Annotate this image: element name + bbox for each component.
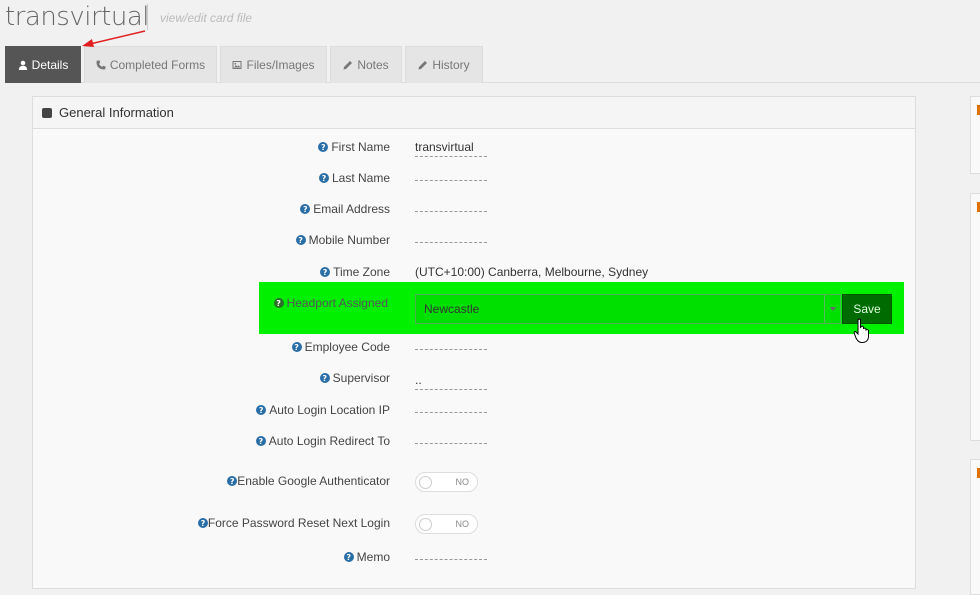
page-title: transvirtual xyxy=(5,2,149,32)
toggle-knob xyxy=(419,476,432,489)
image-icon xyxy=(232,61,242,69)
help-icon[interactable]: ? xyxy=(273,298,284,308)
field-label: ? Memo xyxy=(343,550,390,564)
side-panel-2 xyxy=(970,193,980,441)
tab-label: Notes xyxy=(357,58,389,72)
panel-icon xyxy=(42,107,52,118)
headport-selected-value: Newcastle xyxy=(424,302,480,316)
pencil-icon xyxy=(343,61,353,70)
field-supervisor: ? Supervisor .. xyxy=(33,371,917,391)
field-label: ? Employee Code xyxy=(291,340,390,354)
first-name-value[interactable]: transvirtual xyxy=(415,140,487,157)
tab-bar: Details Completed Forms Files/Images Not… xyxy=(5,46,980,83)
tab-label: Details xyxy=(31,58,69,72)
side-panel-1 xyxy=(970,96,980,174)
help-icon[interactable]: ? xyxy=(319,373,330,383)
header-divider xyxy=(147,4,148,30)
auto-login-ip-value[interactable] xyxy=(415,411,487,413)
help-icon[interactable]: ? xyxy=(343,552,354,562)
side-panel-3 xyxy=(970,459,980,595)
help-icon[interactable]: ? xyxy=(256,405,267,415)
field-first-name: ? First Name transvirtual xyxy=(33,140,917,160)
help-icon[interactable]: ? xyxy=(318,173,329,183)
page-subtitle: view/edit card file xyxy=(160,11,253,25)
tab-label: Files/Images xyxy=(246,58,315,72)
supervisor-value[interactable]: .. xyxy=(415,373,487,390)
memo-value[interactable] xyxy=(415,558,487,560)
field-label: ? First Name xyxy=(318,140,390,154)
field-label: ? Mobile Number xyxy=(295,233,390,247)
field-label: ? Auto Login Redirect To xyxy=(255,434,390,448)
headport-select[interactable]: Newcastle xyxy=(415,294,841,324)
force-reset-toggle[interactable]: NO xyxy=(415,514,478,534)
phone-icon xyxy=(96,60,106,70)
field-label: ? Force Password Reset Next Login xyxy=(197,516,390,530)
field-employee-code: ? Employee Code xyxy=(33,340,917,360)
help-icon[interactable]: ? xyxy=(295,235,306,245)
help-icon[interactable]: ? xyxy=(197,518,208,528)
headport-edit-highlight: ? Headport Assigned Newcastle Save xyxy=(259,282,904,334)
field-label: ? Enable Google Authenticator xyxy=(227,474,390,488)
general-information-panel: General Information ? First Name transvir… xyxy=(32,96,916,589)
tab-notes[interactable]: Notes xyxy=(330,46,402,83)
toggle-state: NO xyxy=(455,477,470,487)
field-label: ? Supervisor xyxy=(319,371,390,385)
field-label: ? Auto Login Location IP xyxy=(256,403,390,417)
field-last-name: ? Last Name xyxy=(33,171,917,191)
field-label: ? Last Name xyxy=(318,171,390,185)
field-label: ? Email Address xyxy=(300,202,390,216)
field-auto-login-ip: ? Auto Login Location IP xyxy=(33,403,917,423)
help-icon[interactable]: ? xyxy=(318,142,329,152)
help-icon[interactable]: ? xyxy=(255,436,266,446)
field-email: ? Email Address xyxy=(33,202,917,222)
tab-history[interactable]: History xyxy=(405,46,483,83)
chevron-down-icon[interactable] xyxy=(824,295,840,323)
help-icon[interactable]: ? xyxy=(227,476,238,486)
pencil-icon xyxy=(418,61,428,70)
user-icon xyxy=(18,60,27,70)
toggle-knob xyxy=(419,518,432,531)
help-icon[interactable]: ? xyxy=(300,204,311,214)
field-label: ? Time Zone xyxy=(320,265,390,279)
field-auto-login-redirect: ? Auto Login Redirect To xyxy=(33,434,917,454)
field-memo: ? Memo xyxy=(33,550,917,570)
field-label: ? Headport Assigned xyxy=(273,296,388,310)
panel-title: General Information xyxy=(59,105,174,120)
timezone-value[interactable]: (UTC+10:00) Canberra, Melbourne, Sydney xyxy=(415,265,648,282)
last-name-value[interactable] xyxy=(415,179,487,181)
hand-cursor-icon xyxy=(853,318,869,343)
google-auth-toggle[interactable]: NO xyxy=(415,472,478,492)
tab-label: History xyxy=(432,58,470,72)
help-icon[interactable]: ? xyxy=(320,267,331,277)
toggle-state: NO xyxy=(455,519,470,529)
email-value[interactable] xyxy=(415,210,487,212)
employee-code-value[interactable] xyxy=(415,348,487,350)
tab-details[interactable]: Details xyxy=(5,46,81,83)
field-google-auth: ? Enable Google Authenticator NO xyxy=(33,472,917,494)
help-icon[interactable]: ? xyxy=(291,342,302,352)
panel-header: General Information xyxy=(33,97,915,129)
mobile-value[interactable] xyxy=(415,241,487,243)
auto-login-redirect-value[interactable] xyxy=(415,442,487,444)
tab-completed-forms[interactable]: Completed Forms xyxy=(84,46,217,83)
tab-files-images[interactable]: Files/Images xyxy=(220,46,327,83)
field-mobile: ? Mobile Number xyxy=(33,233,917,253)
field-force-reset: ? Force Password Reset Next Login NO xyxy=(33,514,917,536)
tab-label: Completed Forms xyxy=(109,58,206,72)
